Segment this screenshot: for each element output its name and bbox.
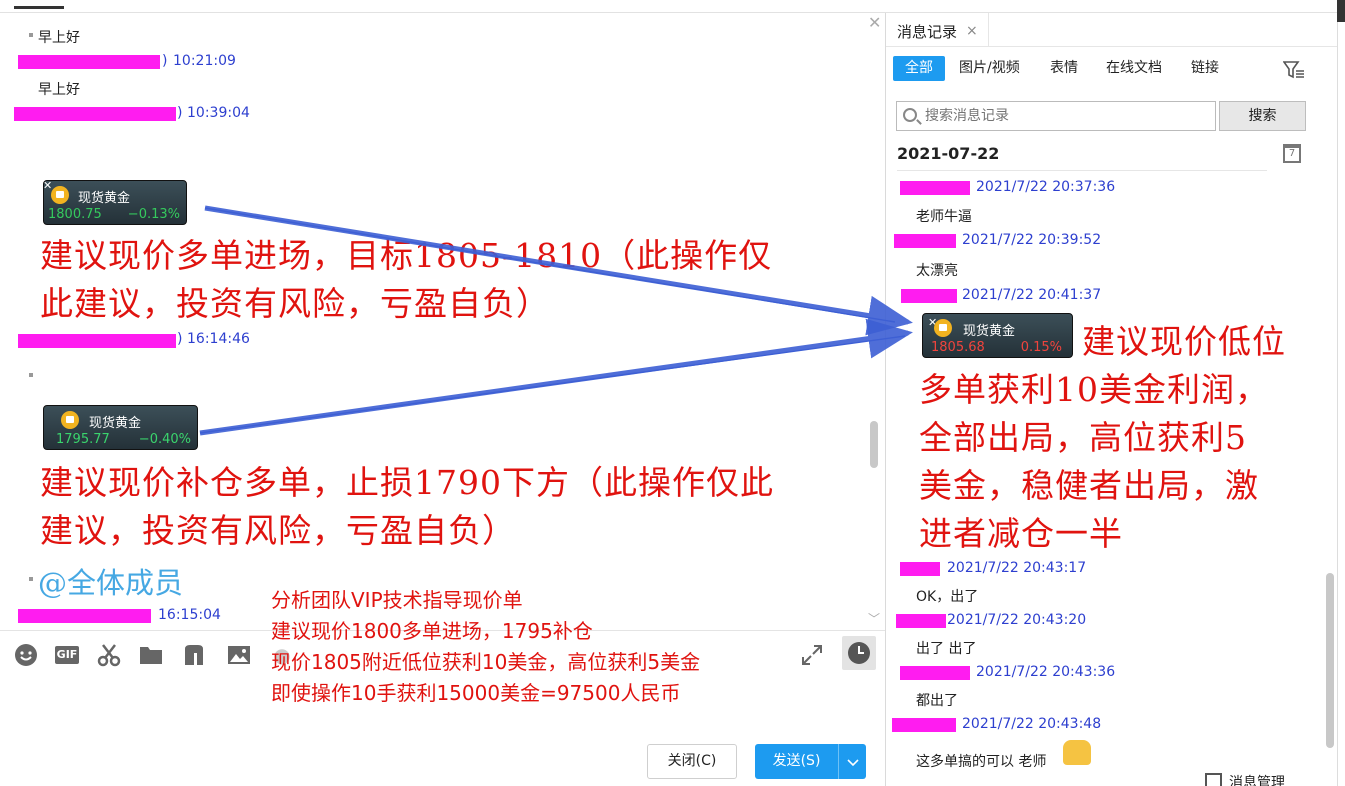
arrow-overlay xyxy=(199,205,913,436)
chat-window: 早上好 ) 10:21:09 早上好 ) 10:39:04 ✕ 现货黄金 180… xyxy=(0,0,1345,786)
arrow-head xyxy=(204,205,913,336)
arrow-head xyxy=(199,318,913,436)
